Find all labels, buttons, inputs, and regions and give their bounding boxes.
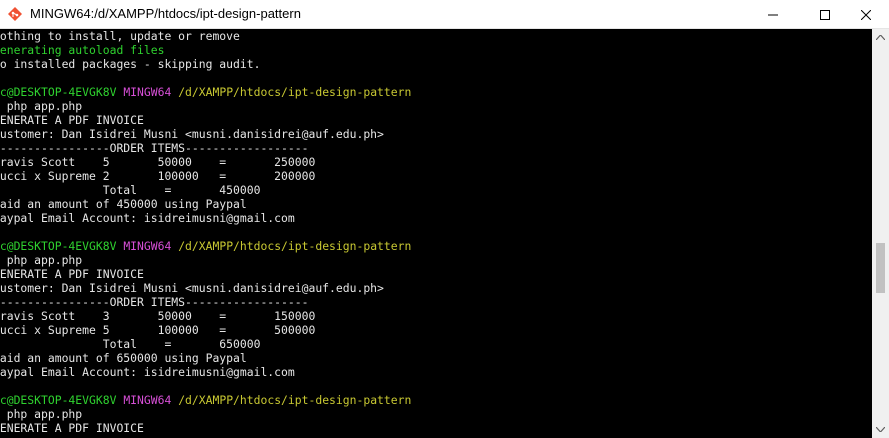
terminal-line: $ php app.php (0, 99, 83, 113)
terminal-line: -----------------ORDER ITEMS------------… (0, 295, 309, 309)
prompt-shell: MINGW64 (123, 85, 172, 99)
prompt-user: pc@DESKTOP-4EVGK8V (0, 85, 117, 99)
chevron-down-icon (876, 427, 885, 432)
terminal-line: Paypal Email Account: isidreimusni@gmail… (0, 365, 295, 379)
prompt-path: /d/XAMPP/htdocs/ipt-design-pattern (178, 85, 412, 99)
chevron-up-icon (876, 35, 885, 40)
prompt-shell: MINGW64 (123, 239, 172, 253)
terminal-output[interactable]: Nothing to install, update or remove Gene… (0, 29, 872, 438)
close-button[interactable] (843, 0, 889, 29)
terminal-line: Gucci x Supreme 5 100000 = 500000 (0, 323, 316, 337)
prompt-user: pc@DESKTOP-4EVGK8V (0, 239, 117, 253)
terminal-line: Travis Scott 3 50000 = 150000 (0, 309, 316, 323)
terminal-line: GENERATE A PDF INVOICE (0, 421, 144, 435)
terminal-line: $ php app.php (0, 407, 83, 421)
terminal-line: GENERATE A PDF INVOICE (0, 267, 144, 281)
scroll-down-button[interactable] (872, 421, 889, 438)
close-icon (861, 9, 871, 20)
terminal-line: Generating autoload files (0, 43, 165, 57)
scroll-thumb[interactable] (876, 243, 885, 293)
prompt-path: /d/XAMPP/htdocs/ipt-design-pattern (178, 393, 412, 407)
terminal-line: Paid an amount of 650000 using Paypal (0, 351, 247, 365)
prompt-line: pc@DESKTOP-4EVGK8V MINGW64 /d/XAMPP/htdo… (0, 239, 411, 253)
window-title: MINGW64:/d/XAMPP/htdocs/ipt-design-patte… (30, 6, 301, 21)
maximize-icon (820, 9, 830, 20)
terminal-line: $ php app.php (0, 253, 83, 267)
terminal-line: Paid an amount of 450000 using Paypal (0, 197, 247, 211)
minimize-button[interactable] (750, 0, 796, 29)
terminal-line: Gucci x Supreme 2 100000 = 200000 (0, 169, 316, 183)
terminal-line: GENERATE A PDF INVOICE (0, 113, 144, 127)
prompt-user: pc@DESKTOP-4EVGK8V (0, 393, 117, 407)
scroll-up-button[interactable] (872, 29, 889, 46)
terminal-line: Total = 450000 (0, 183, 261, 197)
terminal-line: No installed packages - skipping audit. (0, 57, 261, 71)
terminal-line: Nothing to install, update or remove (0, 29, 240, 43)
minimize-icon (768, 14, 778, 15)
prompt-line: pc@DESKTOP-4EVGK8V MINGW64 /d/XAMPP/htdo… (0, 85, 411, 99)
terminal-line: Total = 650000 (0, 337, 261, 351)
title-bar: MINGW64:/d/XAMPP/htdocs/ipt-design-patte… (0, 0, 889, 29)
terminal-line: Customer: Dan Isidrei Musni <musni.danis… (0, 281, 384, 295)
terminal-line: Paypal Email Account: isidreimusni@gmail… (0, 211, 295, 225)
maximize-button[interactable] (802, 0, 848, 29)
terminal-line: -----------------ORDER ITEMS------------… (0, 141, 309, 155)
prompt-shell: MINGW64 (123, 393, 172, 407)
terminal-line: Customer: Dan Isidrei Musni <musni.danis… (0, 127, 384, 141)
git-bash-icon (8, 7, 22, 21)
prompt-line: pc@DESKTOP-4EVGK8V MINGW64 /d/XAMPP/htdo… (0, 393, 411, 407)
vertical-scrollbar[interactable] (872, 29, 889, 438)
prompt-path: /d/XAMPP/htdocs/ipt-design-pattern (178, 239, 412, 253)
terminal-line: Travis Scott 5 50000 = 250000 (0, 155, 316, 169)
